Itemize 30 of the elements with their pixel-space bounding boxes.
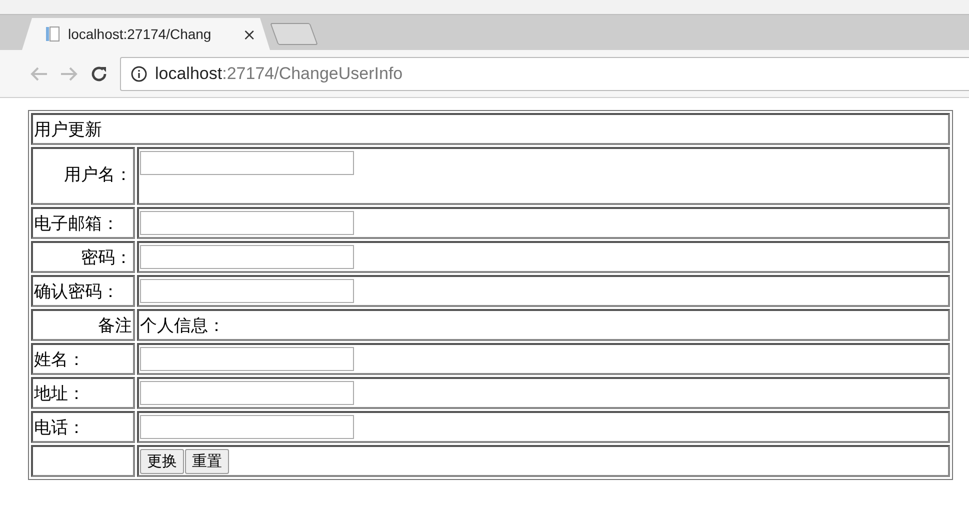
form-title: 用户更新 [31, 113, 950, 145]
url-text: localhost:27174/ChangeUserInfo [155, 64, 403, 84]
input-field[interactable] [140, 415, 354, 439]
input-field[interactable] [140, 279, 354, 303]
form-button[interactable]: 更换 [140, 448, 184, 474]
info-icon [131, 66, 147, 82]
input-field[interactable] [140, 381, 354, 405]
close-icon[interactable]: × [242, 24, 256, 44]
input-field[interactable] [140, 211, 354, 235]
field-label: 备注 [31, 309, 135, 341]
browser-tab[interactable]: localhost:27174/Chang × [22, 18, 270, 50]
section-text: 个人信息： [137, 309, 950, 341]
field-label: 地址： [31, 377, 135, 409]
form-button[interactable]: 重置 [185, 448, 229, 474]
input-field[interactable] [140, 347, 354, 371]
field-label: 用户名： [31, 147, 135, 205]
input-field[interactable] [140, 151, 354, 175]
new-tab-button[interactable] [270, 23, 318, 45]
field-label: 密码： [31, 241, 135, 273]
address-bar[interactable]: localhost:27174/ChangeUserInfo [120, 56, 969, 90]
input-field[interactable] [140, 245, 354, 269]
field-label: 确认密码： [31, 275, 135, 307]
forward-icon[interactable] [60, 66, 78, 82]
page-icon [46, 26, 60, 42]
tab-title: localhost:27174/Chang [68, 26, 212, 42]
field-label: 电子邮箱： [31, 207, 135, 239]
reload-icon[interactable] [90, 64, 108, 82]
back-icon[interactable] [30, 66, 48, 82]
field-label: 电话： [31, 411, 135, 443]
field-label: 姓名： [31, 343, 135, 375]
